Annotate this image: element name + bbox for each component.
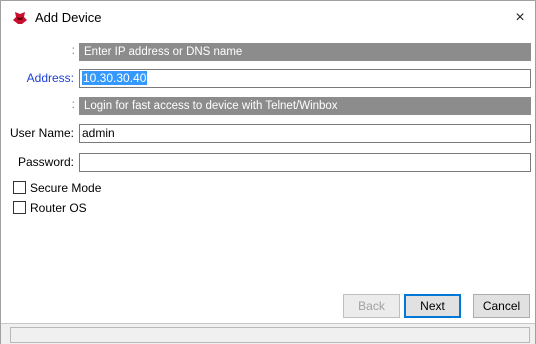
- close-icon: ×: [515, 9, 525, 26]
- mikrotik-device-icon: [13, 12, 27, 24]
- status-bar: [1, 323, 535, 344]
- address-label: Address:: [26, 71, 74, 85]
- back-button[interactable]: Back: [343, 294, 400, 318]
- address-hint: Enter IP address or DNS name: [79, 43, 531, 61]
- title-bar[interactable]: Add Device ×: [1, 1, 535, 35]
- status-field: [10, 327, 530, 343]
- router-os-label: Router OS: [30, 200, 87, 215]
- secure-mode-label: Secure Mode: [30, 180, 102, 195]
- username-value: admin: [82, 126, 115, 140]
- cancel-button[interactable]: Cancel: [473, 294, 530, 318]
- router-os-checkbox[interactable]: [13, 201, 26, 215]
- login-hint: Login for fast access to device with Tel…: [79, 97, 531, 115]
- secure-mode-checkbox[interactable]: [13, 181, 26, 195]
- username-input[interactable]: admin: [79, 124, 531, 143]
- address-input[interactable]: 10.30.30.40: [79, 69, 531, 88]
- close-button[interactable]: ×: [505, 1, 535, 35]
- add-device-dialog: Add Device × : Enter IP address or DNS n…: [0, 0, 536, 344]
- router-os-row[interactable]: Router OS: [13, 200, 87, 216]
- username-label: User Name:: [9, 126, 74, 140]
- address-hint-colon: :: [71, 43, 75, 57]
- password-input[interactable]: [79, 153, 531, 172]
- next-button[interactable]: Next: [404, 294, 461, 318]
- password-label: Password:: [17, 155, 74, 169]
- secure-mode-row[interactable]: Secure Mode: [13, 180, 101, 196]
- address-value: 10.30.30.40: [82, 71, 148, 85]
- login-hint-colon: :: [71, 97, 75, 111]
- window-title: Add Device: [35, 10, 102, 25]
